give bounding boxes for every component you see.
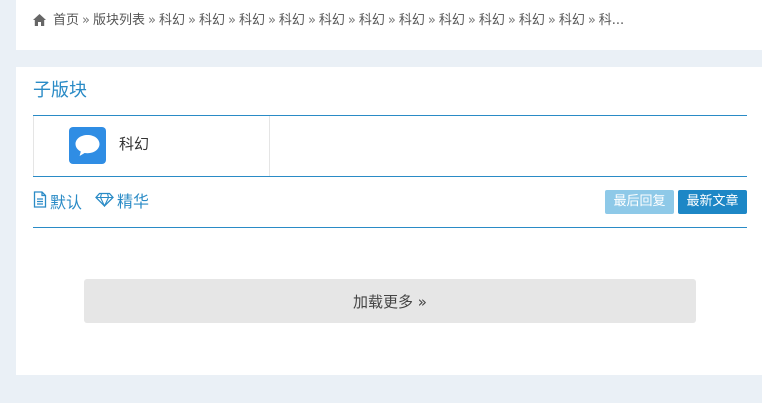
sort-default-label: 默认 bbox=[50, 192, 83, 212]
breadcrumb-item[interactable]: 科幻 bbox=[159, 13, 185, 28]
breadcrumb-item[interactable]: 科幻 bbox=[519, 13, 545, 28]
breadcrumb-item[interactable]: 科幻 bbox=[559, 13, 585, 28]
sort-toolbar: 默认 精华 最后回复 最新文章 bbox=[33, 189, 747, 217]
sort-default-link[interactable]: 默认 bbox=[33, 191, 82, 214]
order-last-reply-button[interactable]: 最后回复 bbox=[605, 190, 674, 214]
divider bbox=[33, 176, 747, 177]
breadcrumb: 首页» 版块列表» 科幻» 科幻» 科幻» 科幻» 科幻» 科幻» 科幻» 科幻» 科幻» 科幻» 科幻… bbox=[32, 10, 672, 32]
breadcrumb-item[interactable]: 科幻 bbox=[199, 13, 225, 28]
breadcrumb-separator: » bbox=[148, 13, 156, 28]
main-panel: 子版块 科幻 默认 精华 最后回复 最新文章 加载更多 » bbox=[16, 67, 762, 375]
breadcrumb-item[interactable]: 科幻 bbox=[439, 13, 465, 28]
breadcrumb-item-truncated[interactable]: 科... bbox=[599, 13, 624, 28]
breadcrumb-separator: » bbox=[82, 13, 90, 28]
breadcrumb-item[interactable]: 科幻 bbox=[399, 13, 425, 28]
breadcrumb-item[interactable]: 科幻 bbox=[319, 13, 345, 28]
breadcrumb-separator: » bbox=[307, 13, 316, 28]
breadcrumb-separator: » bbox=[427, 13, 436, 28]
breadcrumb-separator: » bbox=[547, 13, 556, 28]
subforum-name[interactable]: 科幻 bbox=[119, 134, 149, 154]
breadcrumb-separator: » bbox=[227, 13, 236, 28]
breadcrumb-separator: » bbox=[387, 13, 396, 28]
breadcrumb-item[interactable]: 科幻 bbox=[239, 13, 265, 28]
sort-featured-link[interactable]: 精华 bbox=[95, 191, 149, 213]
breadcrumb-separator: » bbox=[467, 13, 476, 28]
breadcrumb-separator: » bbox=[507, 13, 516, 28]
breadcrumb-separator: » bbox=[347, 13, 356, 28]
breadcrumb-item[interactable]: 科幻 bbox=[479, 13, 505, 28]
subforum-item[interactable]: 科幻 bbox=[33, 116, 270, 176]
breadcrumb-item[interactable]: 科幻 bbox=[359, 13, 385, 28]
breadcrumb-separator: » bbox=[587, 13, 596, 28]
chat-bubble-icon[interactable] bbox=[69, 127, 106, 164]
sort-featured-label: 精华 bbox=[117, 192, 150, 211]
order-latest-button[interactable]: 最新文章 bbox=[678, 190, 747, 214]
load-more-button[interactable]: 加载更多 » bbox=[84, 279, 696, 323]
breadcrumb-item[interactable]: 科幻 bbox=[279, 13, 305, 28]
divider bbox=[33, 227, 747, 228]
breadcrumb-panel: 首页» 版块列表» 科幻» 科幻» 科幻» 科幻» 科幻» 科幻» 科幻» 科幻» 科幻» 科幻» 科幻… bbox=[16, 0, 762, 50]
breadcrumb-separator: » bbox=[267, 13, 276, 28]
subforum-row: 科幻 bbox=[33, 116, 747, 176]
subforum-section-title: 子版块 bbox=[33, 80, 87, 101]
breadcrumb-separator: » bbox=[187, 13, 196, 28]
diamond-icon bbox=[95, 191, 114, 213]
home-icon[interactable] bbox=[32, 13, 47, 32]
breadcrumb-item-home[interactable]: 首页 bbox=[53, 13, 79, 28]
breadcrumb-item-forum-list[interactable]: 版块列表 bbox=[93, 13, 145, 28]
document-icon bbox=[33, 191, 47, 214]
